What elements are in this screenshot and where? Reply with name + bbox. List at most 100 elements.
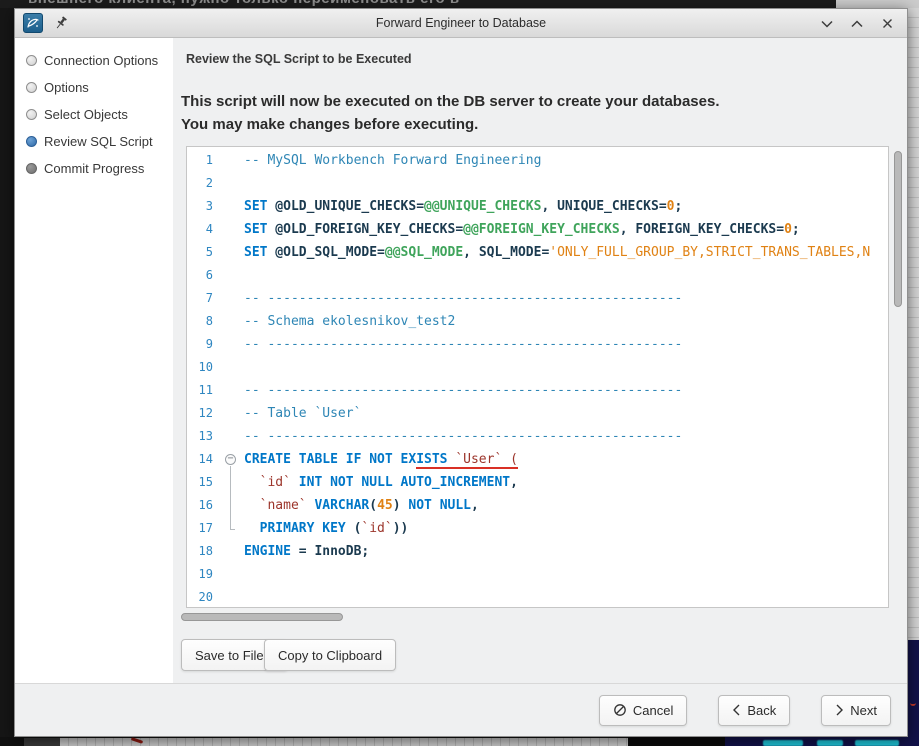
code-text bbox=[244, 563, 888, 586]
vertical-scrollbar[interactable] bbox=[894, 151, 902, 307]
line-number: 17 bbox=[187, 517, 213, 540]
code-text: SET @OLD_FOREIGN_KEY_CHECKS=@@FOREIGN_KE… bbox=[244, 218, 888, 241]
code-text: SET @OLD_SQL_MODE=@@SQL_MODE, SQL_MODE='… bbox=[244, 241, 888, 264]
code-line[interactable]: 17 PRIMARY KEY (`id`)) bbox=[187, 517, 888, 540]
line-number: 10 bbox=[187, 356, 213, 379]
code-line[interactable]: 8-- Schema ekolesnikov_test2 bbox=[187, 310, 888, 333]
sidebar-item-connection-options[interactable]: Connection Options bbox=[15, 47, 173, 74]
code-line[interactable]: 3 SET @OLD_UNIQUE_CHECKS=@@UNIQUE_CHECKS,… bbox=[187, 195, 888, 218]
code-line[interactable]: 6 bbox=[187, 264, 888, 287]
code-text: -- -------------------------------------… bbox=[244, 379, 888, 402]
code-line[interactable]: 13-- -----------------------------------… bbox=[187, 425, 888, 448]
close-icon bbox=[882, 18, 893, 29]
line-number: 6 bbox=[187, 264, 213, 287]
forward-engineer-dialog: Forward Engineer to Database Connection … bbox=[14, 8, 908, 737]
step-bullet-icon bbox=[26, 136, 37, 147]
page-title: Review the SQL Script to be Executed bbox=[186, 52, 412, 66]
code-line[interactable]: 16 `name` VARCHAR(45) NOT NULL, bbox=[187, 494, 888, 517]
code-line[interactable]: 5 SET @OLD_SQL_MODE=@@SQL_MODE, SQL_MODE=… bbox=[187, 241, 888, 264]
code-line[interactable]: 20 bbox=[187, 586, 888, 608]
instruction-line-1: This script will now be executed on the … bbox=[181, 90, 720, 113]
code-line[interactable]: 7-- ------------------------------------… bbox=[187, 287, 888, 310]
copy-to-clipboard-button[interactable]: Copy to Clipboard bbox=[264, 639, 396, 671]
background-fragment bbox=[910, 699, 916, 706]
code-line[interactable]: 10 bbox=[187, 356, 888, 379]
sidebar-item-label: Commit Progress bbox=[44, 161, 144, 176]
cancel-button[interactable]: Cancel bbox=[599, 695, 687, 726]
step-bullet-icon bbox=[26, 55, 37, 66]
sidebar-item-review-sql-script[interactable]: Review SQL Script bbox=[15, 128, 173, 155]
sidebar-item-label: Select Objects bbox=[44, 107, 128, 122]
background-fragment bbox=[908, 640, 919, 746]
code-line[interactable]: 11 -- -----------------------------------… bbox=[187, 379, 888, 402]
code-text: SET @OLD_UNIQUE_CHECKS=@@UNIQUE_CHECKS, … bbox=[244, 195, 888, 218]
background-text-fragment: внешнего клиента, нужно только переимено… bbox=[28, 0, 460, 7]
fold-toggle-icon[interactable]: − bbox=[213, 448, 244, 471]
fold-column bbox=[213, 540, 244, 563]
line-number: 13 bbox=[187, 425, 213, 448]
code-line[interactable]: 12-- Table `User` bbox=[187, 402, 888, 425]
fold-column bbox=[213, 333, 244, 356]
next-button[interactable]: Next bbox=[821, 695, 891, 726]
background-clock-fragment bbox=[725, 737, 919, 746]
background-grid-fragment bbox=[60, 738, 628, 746]
code-line[interactable]: 15 `id` INT NOT NULL AUTO_INCREMENT, bbox=[187, 471, 888, 494]
code-text bbox=[244, 356, 888, 379]
background-fragment bbox=[24, 738, 60, 746]
sidebar-item-commit-progress[interactable]: Commit Progress bbox=[15, 155, 173, 182]
sidebar-item-label: Connection Options bbox=[44, 53, 158, 68]
code-line[interactable]: 1-- MySQL Workbench Forward Engineering bbox=[187, 149, 888, 172]
sidebar-item-options[interactable]: Options bbox=[15, 74, 173, 101]
fold-column bbox=[213, 563, 244, 586]
close-button[interactable] bbox=[879, 16, 895, 32]
background-fragment bbox=[836, 0, 919, 8]
line-number: 4 bbox=[187, 218, 213, 241]
main-panel: Review the SQL Script to be Executed Thi… bbox=[173, 38, 907, 683]
code-text: PRIMARY KEY (`id`)) bbox=[244, 517, 888, 540]
line-number: 5 bbox=[187, 241, 213, 264]
fold-column bbox=[213, 356, 244, 379]
titlebar[interactable]: Forward Engineer to Database bbox=[15, 9, 907, 38]
code-line[interactable]: 4 SET @OLD_FOREIGN_KEY_CHECKS=@@FOREIGN_K… bbox=[187, 218, 888, 241]
code-line[interactable]: 18ENGINE = InnoDB; bbox=[187, 540, 888, 563]
sidebar-item-label: Options bbox=[44, 80, 89, 95]
code-text: -- MySQL Workbench Forward Engineering bbox=[244, 149, 888, 172]
line-number: 16 bbox=[187, 494, 213, 517]
chevron-up-icon bbox=[851, 19, 863, 29]
code-text: `id` INT NOT NULL AUTO_INCREMENT, bbox=[244, 471, 888, 494]
fold-column bbox=[213, 264, 244, 287]
sidebar-item-select-objects[interactable]: Select Objects bbox=[15, 101, 173, 128]
fold-column bbox=[213, 195, 244, 218]
back-button[interactable]: Back bbox=[718, 695, 790, 726]
code-line[interactable]: 19 bbox=[187, 563, 888, 586]
cancel-label: Cancel bbox=[633, 703, 673, 718]
code-text bbox=[244, 264, 888, 287]
instruction-text: This script will now be executed on the … bbox=[181, 90, 720, 136]
line-number: 15 bbox=[187, 471, 213, 494]
line-number: 2 bbox=[187, 172, 213, 195]
save-to-file-label: Save to File... bbox=[195, 648, 274, 663]
instruction-line-2: You may make changes before executing. bbox=[181, 113, 720, 136]
line-number: 20 bbox=[187, 586, 213, 608]
line-number: 14 bbox=[187, 448, 213, 471]
code-line[interactable]: 2 bbox=[187, 172, 888, 195]
fold-column bbox=[213, 310, 244, 333]
line-number: 19 bbox=[187, 563, 213, 586]
code-text: -- -------------------------------------… bbox=[244, 333, 888, 356]
code-line[interactable]: 9-- ------------------------------------… bbox=[187, 333, 888, 356]
code-line[interactable]: 14−CREATE TABLE IF NOT EXISTS `User` ( bbox=[187, 448, 888, 471]
fold-column bbox=[213, 425, 244, 448]
fold-column bbox=[213, 517, 244, 540]
minimize-button[interactable] bbox=[819, 16, 835, 32]
copy-to-clipboard-label: Copy to Clipboard bbox=[278, 648, 382, 663]
line-number: 11 bbox=[187, 379, 213, 402]
chevron-right-icon bbox=[835, 704, 844, 716]
line-number: 3 bbox=[187, 195, 213, 218]
horizontal-scrollbar[interactable] bbox=[181, 613, 343, 621]
fold-column bbox=[213, 471, 244, 494]
maximize-button[interactable] bbox=[849, 16, 865, 32]
sql-script-editor[interactable]: 1-- MySQL Workbench Forward Engineering2… bbox=[186, 146, 889, 608]
cancel-icon bbox=[613, 703, 627, 717]
background-window-strip: внешнего клиента, нужно только переимено… bbox=[0, 0, 836, 8]
background-fragment bbox=[763, 740, 803, 746]
